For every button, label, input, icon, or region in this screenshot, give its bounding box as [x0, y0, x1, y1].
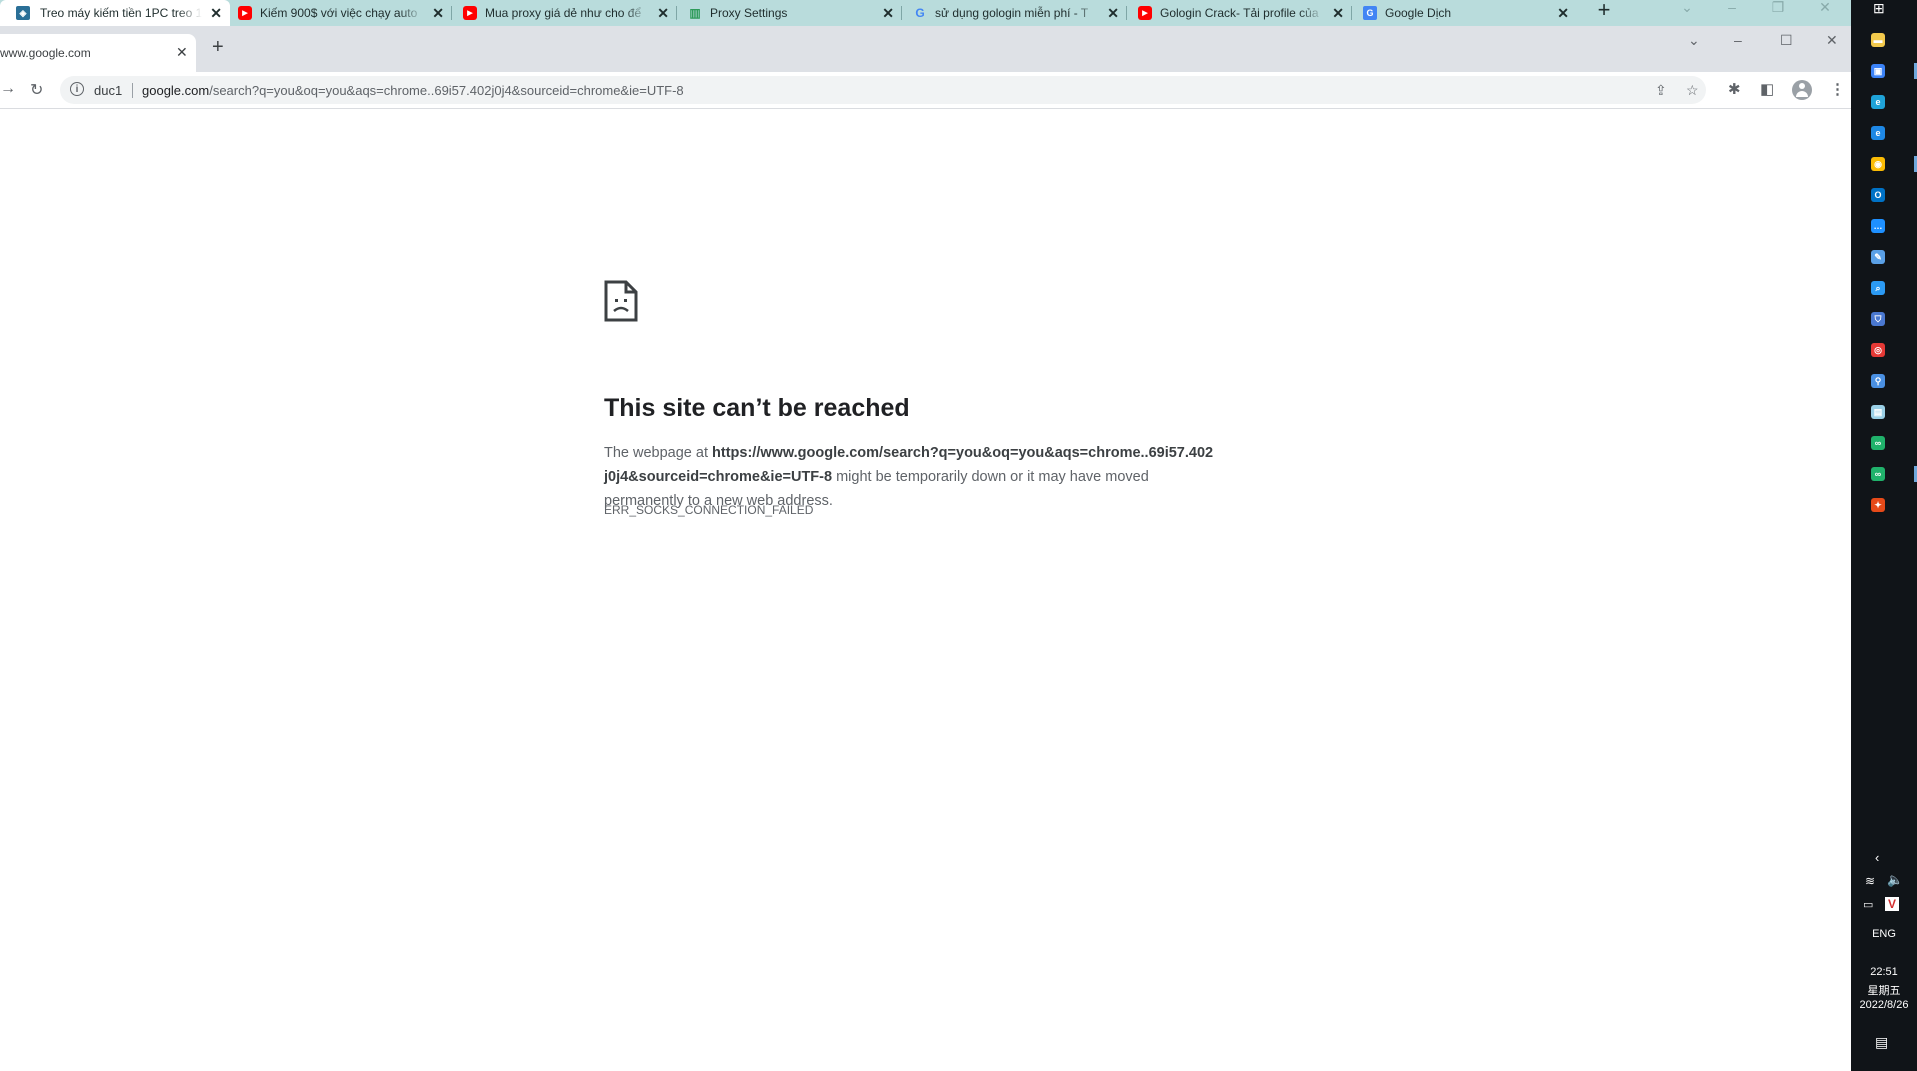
outer-tab[interactable]: ▥ Proxy Settings ✕: [680, 0, 902, 26]
clock-date[interactable]: 2022/8/26: [1851, 999, 1917, 1011]
url-domain: google.com: [142, 83, 210, 98]
paint-icon[interactable]: ✦: [1871, 498, 1885, 512]
tab-separator: [1126, 6, 1127, 20]
outer-tab-title: Mua proxy giá dẻ như cho để: [485, 6, 642, 20]
outer-restore-icon[interactable]: ❐: [1763, 0, 1793, 20]
error-title: This site can’t be reached: [604, 394, 910, 422]
chrome-icon[interactable]: ◉: [1871, 157, 1885, 171]
youtube-icon: ▶: [238, 6, 252, 20]
tab-separator: [1351, 6, 1352, 20]
address-bar[interactable]: i duc1 google.com/search?q=you&oq=you&aq…: [60, 76, 1706, 104]
outer-tab-close-icon[interactable]: ✕: [210, 5, 222, 22]
error-desc-prefix: The webpage at: [604, 445, 713, 461]
outer-close-icon[interactable]: ✕: [1810, 0, 1840, 20]
outer-tab-title: Treo máy kiếm tiền 1PC treo 1: [40, 6, 202, 20]
battery-icon[interactable]: ▭: [1863, 898, 1873, 911]
outer-tab[interactable]: ▶ Gologin Crack- Tải profile của ✕: [1130, 0, 1352, 26]
shield-icon[interactable]: ⛉: [1871, 312, 1885, 326]
sad-page-icon: [604, 280, 638, 322]
outer-tab-title: Google Dịch: [1385, 6, 1452, 20]
tab-separator: [451, 6, 452, 20]
outer-tab[interactable]: Gsử dụng gologin miễn phí - T ✕: [905, 0, 1127, 26]
tab-separator: [901, 6, 902, 20]
target-app-icon[interactable]: ◎: [1871, 343, 1885, 357]
magnifier-app-icon[interactable]: ⚲: [1871, 374, 1885, 388]
google-translate-icon: G: [1363, 6, 1377, 20]
blockchain-icon: ◈: [16, 6, 30, 20]
tool-icon[interactable]: ✎: [1871, 250, 1885, 264]
outer-tab[interactable]: ▶ Mua proxy giá dẻ như cho để ✕: [455, 0, 677, 26]
outlook-icon[interactable]: O: [1871, 188, 1885, 202]
inner-new-tab-button[interactable]: +: [212, 36, 224, 59]
outer-tab-close-icon[interactable]: ✕: [1107, 5, 1119, 22]
outer-tab-close-icon[interactable]: ✕: [657, 5, 669, 22]
outer-tab-close-icon[interactable]: ✕: [882, 5, 894, 22]
inner-close-icon[interactable]: ✕: [1826, 32, 1838, 49]
new-tab-button[interactable]: +: [1592, 0, 1616, 24]
file-explorer-icon[interactable]: ▬: [1871, 33, 1885, 47]
share-icon[interactable]: ⇪: [1655, 82, 1667, 99]
outer-tab-title: Kiếm 900$ với việc chạy auto: [260, 6, 418, 20]
outer-tab[interactable]: ▶ Kiếm 900$ với việc chạy auto ✕: [230, 0, 452, 26]
outer-tab-search-icon[interactable]: ⌄: [1672, 0, 1702, 20]
inner-maximize-icon[interactable]: ☐: [1780, 32, 1793, 49]
error-code: ERR_SOCKS_CONNECTION_FAILED: [604, 503, 814, 517]
error-page: This site can’t be reached The webpage a…: [0, 109, 1851, 1071]
chip-divider: [132, 83, 133, 98]
outer-tab[interactable]: ◈ Treo máy kiếm tiền 1PC treo 1 ✕: [0, 0, 230, 26]
outer-tab[interactable]: G Google Dịch ✕: [1355, 0, 1577, 26]
notebook-icon[interactable]: ▤: [1871, 405, 1885, 419]
clock-time[interactable]: 22:51: [1851, 966, 1917, 978]
url-path: /search?q=you&oq=you&aqs=chrome..69i57.4…: [209, 83, 684, 98]
gologin-icon[interactable]: ∞: [1871, 436, 1885, 450]
inner-tab-close-icon[interactable]: ✕: [176, 44, 188, 61]
inner-tab-title: www.google.com: [0, 46, 91, 60]
network-icon[interactable]: ≋: [1865, 874, 1875, 888]
proxy-icon: ▥: [689, 6, 701, 20]
youtube-icon: ▶: [463, 6, 477, 20]
language-indicator[interactable]: ENG: [1851, 928, 1917, 940]
tab-separator: [676, 6, 677, 20]
inner-tab-google[interactable]: www.google.com ✕: [0, 34, 196, 72]
bookmark-star-icon[interactable]: ☆: [1686, 82, 1699, 99]
notification-center-icon[interactable]: ▤: [1875, 1034, 1888, 1051]
gologin-icon[interactable]: ∞: [1871, 467, 1885, 481]
outer-tab-strip: ◈ Treo máy kiếm tiền 1PC treo 1 ✕ ▶ Kiếm 900…: [0, 0, 1851, 26]
browser-toolbar: → ↻ i duc1 google.com/search?q=you&oq=yo…: [0, 72, 1851, 109]
outer-tab-title: sử dụng gologin miễn phí - T: [935, 6, 1089, 20]
chat-icon[interactable]: …: [1871, 219, 1885, 233]
profile-chip: duc1: [94, 83, 123, 98]
edge-icon[interactable]: e: [1871, 95, 1885, 109]
outer-minimize-icon[interactable]: –: [1717, 0, 1747, 20]
side-panel-icon[interactable]: ◧: [1760, 80, 1774, 98]
outer-tab-title: Gologin Crack- Tải profile của: [1160, 6, 1319, 20]
inner-browser-window: www.google.com ✕ + ⌄ – ☐ ✕ → ↻ i duc1 go…: [0, 26, 1851, 1071]
search-app-icon[interactable]: ⌕: [1871, 281, 1885, 295]
antivirus-tray-icon[interactable]: V: [1885, 897, 1899, 911]
youtube-icon: ▶: [1138, 6, 1152, 20]
outer-tab-close-icon[interactable]: ✕: [1332, 5, 1344, 22]
inner-tab-search-icon[interactable]: ⌄: [1688, 32, 1700, 49]
outer-tab-close-icon[interactable]: ✕: [432, 5, 444, 22]
profile-avatar-icon[interactable]: [1792, 80, 1812, 100]
ie-icon[interactable]: e: [1871, 126, 1885, 140]
google-icon: G: [915, 6, 925, 20]
remote-desktop-icon[interactable]: ▣: [1871, 64, 1885, 78]
menu-kebab-icon[interactable]: ⋮: [1830, 80, 1845, 98]
windows-taskbar: ⊞ ‹ ≋ 🔈 ▭ V ENG 22:51 星期五 2022/8/26 ▤ ▬ ▣…: [1851, 0, 1917, 1071]
inner-tab-strip: www.google.com ✕ + ⌄ – ☐ ✕: [0, 26, 1851, 72]
forward-icon[interactable]: →: [0, 80, 16, 98]
site-info-icon[interactable]: i: [70, 82, 84, 96]
outer-tab-close-icon[interactable]: ✕: [1557, 5, 1569, 22]
tray-expand-icon[interactable]: ‹: [1875, 850, 1879, 865]
volume-icon[interactable]: 🔈: [1887, 872, 1903, 888]
inner-minimize-icon[interactable]: –: [1734, 32, 1742, 48]
extensions-icon[interactable]: ✱: [1728, 80, 1741, 98]
start-windows-icon[interactable]: ⊞: [1873, 0, 1885, 17]
clock-weekday[interactable]: 星期五: [1851, 982, 1917, 998]
url-text[interactable]: google.com/search?q=you&oq=you&aqs=chrom…: [142, 83, 684, 98]
outer-tab-title: Proxy Settings: [710, 6, 788, 20]
reload-icon[interactable]: ↻: [30, 80, 43, 100]
